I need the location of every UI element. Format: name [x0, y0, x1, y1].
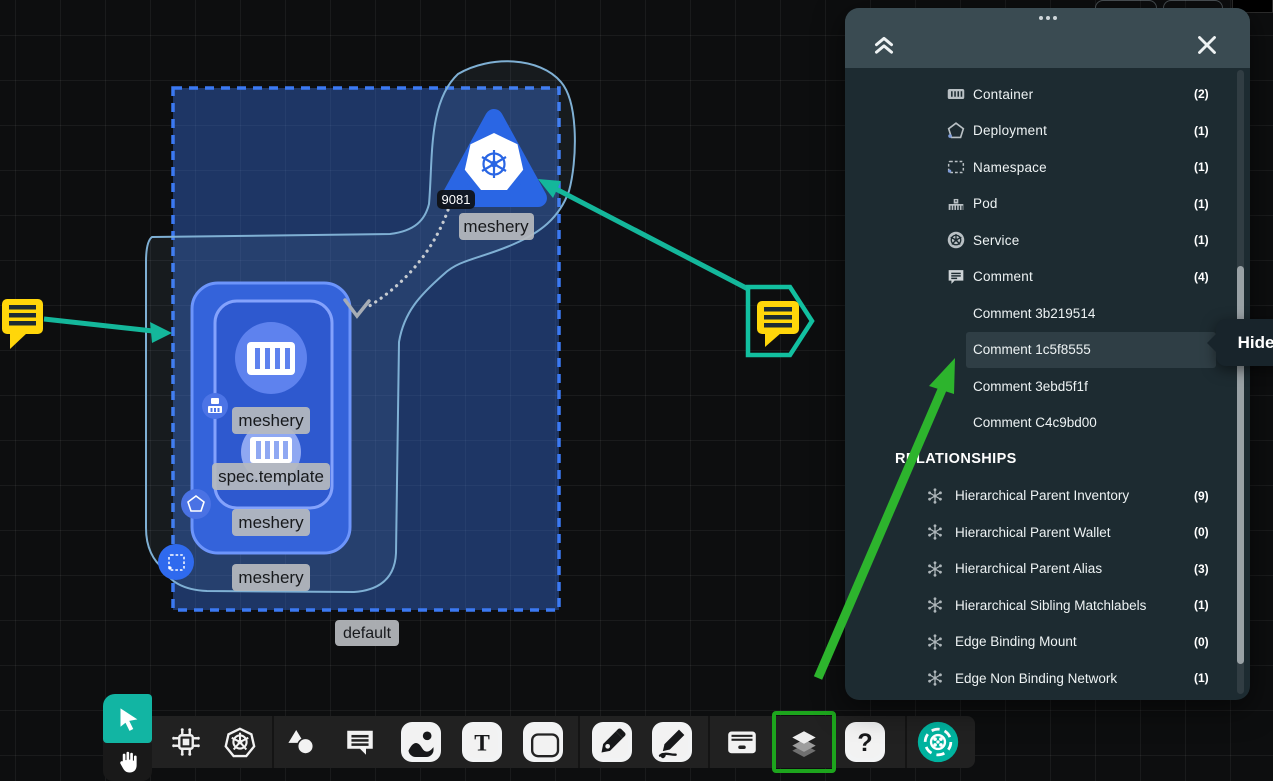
meshery-design-canvas: 9081 meshery meshery spec.template meshe…	[0, 0, 1273, 781]
hide-tooltip: Hide	[1216, 319, 1273, 366]
relationships-list: Hierarchical Parent Inventory (9) Hierar…	[845, 478, 1250, 697]
relationship-icon	[925, 522, 945, 542]
relationship-count-badge: (1)	[1194, 671, 1238, 685]
drag-handle-icon[interactable]	[1033, 12, 1063, 24]
component-type-row[interactable]: Namespace (1)	[845, 149, 1250, 186]
toolbar-divider	[708, 716, 710, 768]
meshery-logo-button[interactable]	[916, 720, 960, 764]
relationship-row[interactable]: Hierarchical Sibling Matchlabels (1)	[845, 587, 1250, 624]
panel-header[interactable]	[845, 8, 1250, 68]
component-count-badge: (2)	[1194, 87, 1238, 101]
relationship-label: Hierarchical Sibling Matchlabels	[955, 598, 1194, 613]
component-count-badge: (1)	[1194, 197, 1238, 211]
select-tool-button[interactable]	[103, 694, 152, 743]
comment-tool-button[interactable]	[341, 723, 379, 761]
component-type-icon	[945, 120, 967, 142]
text-tool-button[interactable]: T	[462, 722, 502, 762]
component-type-row[interactable]: Service (1)	[845, 222, 1250, 259]
component-type-icon	[945, 156, 967, 178]
comment-item-label: Comment 1c5f8555	[973, 342, 1091, 357]
relationship-label: Edge Non Binding Network	[955, 671, 1194, 686]
shapes-tool-button[interactable]	[282, 723, 320, 761]
relationship-count-badge: (0)	[1194, 525, 1238, 539]
relationship-row[interactable]: Edge Binding Mount (0)	[845, 624, 1250, 661]
component-type-label: Container	[973, 87, 1194, 102]
elements-panel: Container (2) Deployment (1) Namespace (…	[845, 8, 1250, 700]
component-type-row[interactable]: Comment (4)	[845, 259, 1250, 296]
card-tool-button[interactable]	[523, 722, 563, 762]
component-type-label: Deployment	[973, 123, 1194, 138]
toolbar-divider	[905, 716, 907, 768]
relationship-label: Edge Binding Mount	[955, 634, 1194, 649]
component-type-label: Pod	[973, 196, 1194, 211]
image-tool-button[interactable]	[401, 722, 441, 762]
component-type-row[interactable]: Deployment (1)	[845, 113, 1250, 150]
component-type-icon	[945, 266, 967, 288]
relationship-row[interactable]: Hierarchical Parent Inventory (9)	[845, 478, 1250, 515]
drawer-tool-button[interactable]	[723, 723, 761, 761]
component-type-label: Service	[973, 233, 1194, 248]
relationship-icon	[925, 668, 945, 688]
comment-item-label: Comment 3ebd5f1f	[973, 379, 1088, 394]
kubernetes-tool-button[interactable]	[221, 723, 259, 761]
relationship-count-badge: (9)	[1194, 489, 1238, 503]
comment-list-item[interactable]: Comment 1c5f8555	[966, 332, 1216, 369]
close-panel-button[interactable]	[1192, 30, 1222, 60]
relationship-icon	[925, 486, 945, 506]
component-type-row[interactable]: Pod (1)	[845, 186, 1250, 223]
comment-item-label: Comment 3b219514	[973, 306, 1095, 321]
comment-item-label: Comment C4c9bd00	[973, 415, 1097, 430]
component-count-badge: (1)	[1194, 233, 1238, 247]
relationship-label: Hierarchical Parent Wallet	[955, 525, 1194, 540]
relationships-section-title: RELATIONSHIPS	[845, 441, 1250, 478]
bottom-toolbar: T ?	[103, 716, 975, 768]
panel-scrollbar[interactable]	[1237, 70, 1244, 694]
comment-list-item[interactable]: Comment 3ebd5f1f	[966, 368, 1216, 405]
layers-tool-button[interactable]	[785, 723, 823, 761]
component-type-label: Comment	[973, 269, 1194, 284]
component-type-label: Namespace	[973, 160, 1194, 175]
component-count-badge: (4)	[1194, 270, 1238, 284]
svg-text:?: ?	[857, 729, 872, 757]
panel-body: Container (2) Deployment (1) Namespace (…	[845, 68, 1250, 697]
relationship-label: Hierarchical Parent Inventory	[955, 488, 1194, 503]
relationship-icon	[925, 559, 945, 579]
relationship-count-badge: (1)	[1194, 598, 1238, 612]
toolbar-divider	[578, 716, 580, 768]
component-type-icon	[945, 229, 967, 251]
relationship-label: Hierarchical Parent Alias	[955, 561, 1194, 576]
relationship-row[interactable]: Hierarchical Parent Alias (3)	[845, 551, 1250, 588]
collapse-panel-button[interactable]	[869, 29, 899, 59]
component-count-badge: (1)	[1194, 124, 1238, 138]
comments-list: Comment 3b219514 Comment 1c5f8555 Commen…	[845, 295, 1250, 441]
relationship-count-badge: (0)	[1194, 635, 1238, 649]
comment-list-item[interactable]: Comment C4c9bd00	[966, 405, 1216, 442]
component-type-icon	[945, 193, 967, 215]
pan-tool-button[interactable]	[103, 743, 152, 781]
toolbar-divider	[272, 716, 274, 768]
relationship-count-badge: (3)	[1194, 562, 1238, 576]
component-tool-button[interactable]	[167, 723, 205, 761]
component-count-badge: (1)	[1194, 160, 1238, 174]
pen-tool-button[interactable]	[592, 722, 632, 762]
component-type-row[interactable]: Container (2)	[845, 76, 1250, 113]
help-tool-button[interactable]: ?	[845, 722, 885, 762]
component-type-icon	[945, 83, 967, 105]
pencil-tool-button[interactable]	[652, 722, 692, 762]
relationship-row[interactable]: Edge Non Binding Network (1)	[845, 660, 1250, 697]
relationship-row[interactable]: Hierarchical Parent Wallet (0)	[845, 514, 1250, 551]
components-list: Container (2) Deployment (1) Namespace (…	[845, 76, 1250, 295]
comment-list-item[interactable]: Comment 3b219514	[966, 295, 1216, 332]
relationship-icon	[925, 595, 945, 615]
svg-text:T: T	[474, 730, 490, 756]
relationship-icon	[925, 632, 945, 652]
